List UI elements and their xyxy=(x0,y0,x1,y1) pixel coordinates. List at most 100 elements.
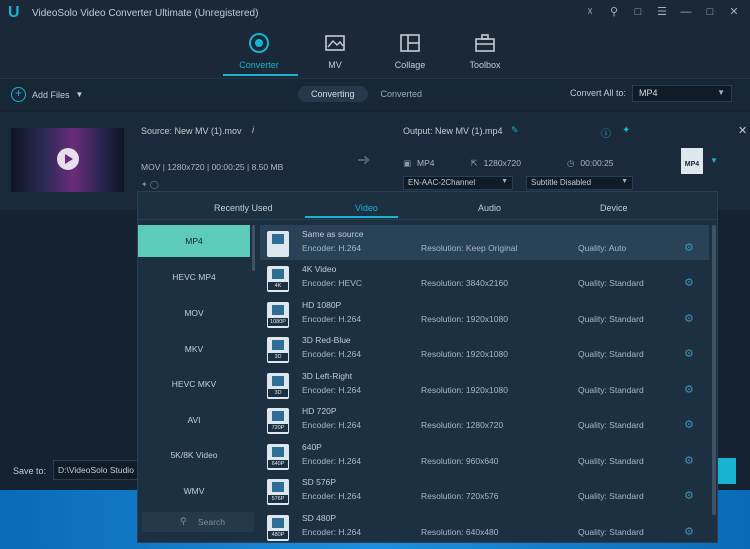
audio-track-select[interactable]: EN-AAC-2Channel ▼ xyxy=(403,176,513,190)
preset-name: 3D Red-Blue xyxy=(302,335,351,345)
remove-file-icon[interactable]: ✕ xyxy=(738,124,747,137)
video-thumbnail[interactable] xyxy=(11,128,124,192)
nav-mv[interactable]: MV xyxy=(305,32,365,70)
gear-icon[interactable]: ⚙ xyxy=(684,383,694,396)
maximize-icon[interactable]: □ xyxy=(702,4,718,20)
title-bar: U VideoSolo Video Converter Ultimate (Un… xyxy=(0,0,750,26)
format-item-mov[interactable]: MOV xyxy=(138,297,250,329)
preset-row[interactable]: 576P SD 576P Encoder: H.264 Resolution: … xyxy=(260,473,709,508)
format-item-avi[interactable]: AVI xyxy=(138,404,250,436)
app-logo-icon: U xyxy=(8,4,20,21)
rename-icon[interactable]: ✎ xyxy=(511,125,519,136)
nav-mv-label: MV xyxy=(328,60,342,70)
format-list-scrollbar[interactable] xyxy=(252,225,255,271)
chevron-down-icon[interactable]: ▼ xyxy=(710,156,718,165)
nav-converter[interactable]: Converter xyxy=(229,32,289,70)
gear-icon[interactable]: ⚙ xyxy=(684,454,694,467)
preset-row[interactable]: 640P 640P Encoder: H.264 Resolution: 960… xyxy=(260,438,709,473)
arrow-right-icon: ➜ xyxy=(357,152,371,169)
output-duration: 00:00:25 xyxy=(580,158,614,168)
format-item-hevc-mp4[interactable]: HEVC MP4 xyxy=(138,261,250,293)
minimize-icon[interactable]: — xyxy=(678,4,694,20)
toolbar: + Add Files ▼ Converting Converted Conve… xyxy=(0,78,750,110)
tab-audio[interactable]: Audio xyxy=(478,203,501,213)
gear-icon[interactable]: ⚙ xyxy=(684,241,694,254)
save-path-field[interactable]: D:\VideoSolo Studio xyxy=(53,460,138,480)
output-info: ▣ MP4 ⇱ 1280x720 ◷ 00:00:25 xyxy=(403,158,614,169)
add-icon: + xyxy=(11,87,26,102)
format-item-mkv[interactable]: MKV xyxy=(138,333,250,365)
preset-quality: Quality: Standard xyxy=(578,491,644,501)
info-icon[interactable]: i xyxy=(252,125,254,135)
preset-list-scrollbar[interactable] xyxy=(712,225,716,515)
gear-icon[interactable]: ⚙ xyxy=(684,347,694,360)
search-icon: ⚲ xyxy=(180,516,187,526)
add-files-button[interactable]: + Add Files ▼ xyxy=(11,87,83,102)
output-format-button[interactable]: MP4 xyxy=(681,148,703,174)
preset-row[interactable]: 3D 3D Left-Right Encoder: H.264 Resoluti… xyxy=(260,367,709,402)
tab-recently-used[interactable]: Recently Used xyxy=(214,203,273,213)
format-item-5k-8k[interactable]: 5K/8K Video xyxy=(138,439,250,471)
preset-name: HD 720P xyxy=(302,406,337,416)
preset-quality: Quality: Standard xyxy=(578,527,644,537)
gear-icon[interactable]: ⚙ xyxy=(684,312,694,325)
tab-converting[interactable]: Converting xyxy=(298,86,368,102)
status-tabs: Converting Converted xyxy=(298,86,435,102)
tab-device[interactable]: Device xyxy=(600,203,628,213)
convert-all-button[interactable] xyxy=(716,458,736,484)
nav-toolbox[interactable]: Toolbox xyxy=(455,32,515,70)
preset-row[interactable]: 1080P HD 1080P Encoder: H.264 Resolution… xyxy=(260,296,709,331)
convert-all-value: MP4 xyxy=(639,88,658,98)
nav-collage[interactable]: Collage xyxy=(380,32,440,70)
menu-icon[interactable]: ☰ xyxy=(654,4,670,20)
key-icon[interactable]: ⚲ xyxy=(606,4,622,20)
search-placeholder: Search xyxy=(198,517,225,527)
chevron-down-icon: ▼ xyxy=(621,178,628,185)
feedback-icon[interactable]: □ xyxy=(630,4,646,20)
cart-icon[interactable]: ☓ xyxy=(582,4,598,20)
format-item-wmv[interactable]: WMV xyxy=(138,475,250,507)
format-item-mp4[interactable]: MP4 xyxy=(138,225,250,257)
preset-badge: 3D xyxy=(268,389,288,397)
output-info-icon[interactable]: ⓘ xyxy=(601,125,611,140)
preset-encoder: Encoder: H.264 xyxy=(302,349,362,359)
gear-icon[interactable]: ⚙ xyxy=(684,489,694,502)
preset-quality: Quality: Standard xyxy=(578,314,644,324)
preset-badge: 480P xyxy=(268,531,288,539)
preset-resolution: Resolution: 1280x720 xyxy=(421,420,504,430)
preset-encoder: Encoder: H.264 xyxy=(302,420,362,430)
pin-icon[interactable]: ✦ xyxy=(622,125,630,136)
preset-resolution: Resolution: 1920x1080 xyxy=(421,314,508,324)
preset-row[interactable]: 4K 4K Video Encoder: HEVC Resolution: 38… xyxy=(260,260,709,295)
tab-video[interactable]: Video xyxy=(355,203,378,213)
preset-row[interactable]: 720P HD 720P Encoder: H.264 Resolution: … xyxy=(260,402,709,437)
collage-icon xyxy=(400,34,420,52)
tab-converted[interactable]: Converted xyxy=(368,86,436,102)
gear-icon[interactable]: ⚙ xyxy=(684,525,694,538)
preset-encoder: Encoder: H.264 xyxy=(302,385,362,395)
close-icon[interactable]: ✕ xyxy=(726,4,742,20)
preset-name: 640P xyxy=(302,442,322,452)
format-tabs: Recently Used Video Audio Device xyxy=(138,192,717,220)
preset-name: 3D Left-Right xyxy=(302,371,353,381)
edit-tools-icon[interactable]: ✦ ◯ xyxy=(141,180,159,189)
nav-converter-label: Converter xyxy=(239,60,279,70)
preset-resolution: Resolution: 3840x2160 xyxy=(421,278,508,288)
main-nav: Converter MV Collage Toolbox xyxy=(0,26,750,78)
format-search-input[interactable]: ⚲ Search xyxy=(142,512,254,532)
app-title: VideoSolo Video Converter Ultimate (Unre… xyxy=(32,7,259,19)
convert-all-select[interactable]: MP4 ▼ xyxy=(632,85,732,102)
gear-icon[interactable]: ⚙ xyxy=(684,418,694,431)
play-icon[interactable] xyxy=(57,148,79,170)
gear-icon[interactable]: ⚙ xyxy=(684,276,694,289)
preset-row[interactable]: 480P SD 480P Encoder: H.264 Resolution: … xyxy=(260,509,709,544)
chevron-down-icon: ▼ xyxy=(717,88,725,97)
nav-active-indicator xyxy=(223,74,298,76)
preset-resolution: Resolution: 960x640 xyxy=(421,456,499,466)
subtitle-select[interactable]: Subtitle Disabled ▼ xyxy=(526,176,633,190)
preset-encoder: Encoder: H.264 xyxy=(302,243,362,253)
preset-row[interactable]: 3D 3D Red-Blue Encoder: H.264 Resolution… xyxy=(260,331,709,366)
preset-row[interactable]: Same as source Encoder: H.264 Resolution… xyxy=(260,225,709,260)
output-resolution: 1280x720 xyxy=(483,158,521,168)
format-item-hevc-mkv[interactable]: HEVC MKV xyxy=(138,368,250,400)
